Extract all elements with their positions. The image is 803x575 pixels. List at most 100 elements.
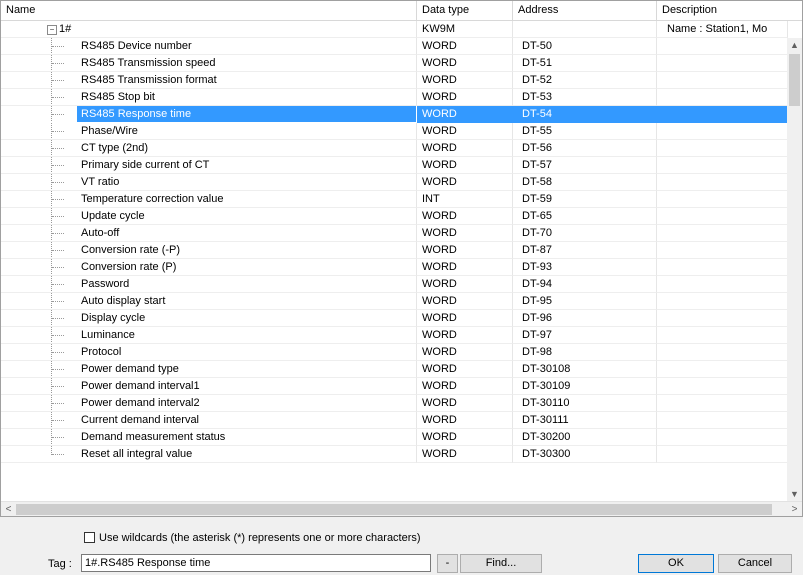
- table-row[interactable]: Luminance WORD DT-97: [1, 327, 788, 344]
- table-row[interactable]: Power demand interval2 WORD DT-30110: [1, 395, 788, 412]
- tree-connector: [52, 318, 64, 319]
- scroll-down-icon[interactable]: ▼: [787, 487, 802, 501]
- table-row[interactable]: Auto-off WORD DT-70: [1, 225, 788, 242]
- name-cell: Primary side current of CT: [1, 157, 417, 174]
- description-cell: [657, 395, 788, 412]
- tree-connector: [52, 352, 64, 353]
- scroll-left-icon[interactable]: <: [1, 502, 16, 516]
- table-row[interactable]: Password WORD DT-94: [1, 276, 788, 293]
- description-cell: [657, 412, 788, 429]
- vertical-scroll-thumb[interactable]: [789, 54, 800, 106]
- ok-button[interactable]: OK: [638, 554, 714, 573]
- group-address: [513, 21, 657, 38]
- wildcard-checkbox[interactable]: [84, 531, 95, 543]
- tree-connector: [52, 216, 64, 217]
- address-cell: DT-54: [513, 106, 657, 123]
- table-row[interactable]: RS485 Device number WORD DT-50: [1, 38, 788, 55]
- table-row[interactable]: Current demand interval WORD DT-30111: [1, 412, 788, 429]
- address-cell: DT-58: [513, 174, 657, 191]
- address-cell: DT-97: [513, 327, 657, 344]
- column-header-name[interactable]: Name: [1, 1, 417, 20]
- tag-input[interactable]: 1#.RS485 Response time: [81, 554, 431, 572]
- tag-name: Demand measurement status: [81, 431, 226, 443]
- table-row[interactable]: Demand measurement status WORD DT-30200: [1, 429, 788, 446]
- table-row[interactable]: Auto display start WORD DT-95: [1, 293, 788, 310]
- data-type-cell: WORD: [417, 174, 513, 191]
- address-cell: DT-65: [513, 208, 657, 225]
- address-cell: DT-30108: [513, 361, 657, 378]
- column-header-description[interactable]: Description: [657, 1, 802, 20]
- address-cell: DT-50: [513, 38, 657, 55]
- table-row[interactable]: Update cycle WORD DT-65: [1, 208, 788, 225]
- table-row[interactable]: Power demand interval1 WORD DT-30109: [1, 378, 788, 395]
- table-row[interactable]: Display cycle WORD DT-96: [1, 310, 788, 327]
- name-cell: Password: [1, 276, 417, 293]
- collapse-expander-icon[interactable]: −: [47, 25, 57, 35]
- table-row[interactable]: Protocol WORD DT-98: [1, 344, 788, 361]
- data-type-cell: WORD: [417, 276, 513, 293]
- data-type-cell: WORD: [417, 378, 513, 395]
- address-cell: DT-70: [513, 225, 657, 242]
- address-cell: DT-30111: [513, 412, 657, 429]
- tag-name: Primary side current of CT: [81, 159, 210, 171]
- scroll-right-icon[interactable]: >: [787, 502, 802, 516]
- tag-name: Power demand interval2: [81, 397, 200, 409]
- description-cell: [657, 242, 788, 259]
- table-row[interactable]: Reset all integral value WORD DT-30300: [1, 446, 788, 463]
- cancel-button[interactable]: Cancel: [718, 554, 792, 573]
- data-type-cell: WORD: [417, 140, 513, 157]
- address-cell: DT-95: [513, 293, 657, 310]
- tree-connector: [52, 250, 64, 251]
- tag-grid[interactable]: Name Data type Address Description − 1# …: [0, 0, 803, 517]
- table-row[interactable]: Phase/Wire WORD DT-55: [1, 123, 788, 140]
- name-cell: VT ratio: [1, 174, 417, 191]
- data-type-cell: WORD: [417, 429, 513, 446]
- column-header-address[interactable]: Address: [513, 1, 657, 20]
- data-type-cell: WORD: [417, 225, 513, 242]
- tag-name: Display cycle: [81, 312, 146, 324]
- data-type-cell: WORD: [417, 361, 513, 378]
- tag-name: Auto-off: [81, 227, 120, 239]
- data-type-cell: WORD: [417, 327, 513, 344]
- name-cell: Temperature correction value: [1, 191, 417, 208]
- table-row[interactable]: RS485 Stop bit WORD DT-53: [1, 89, 788, 106]
- tree-connector: [52, 182, 64, 183]
- column-header-data-type[interactable]: Data type: [417, 1, 513, 20]
- data-type-cell: WORD: [417, 259, 513, 276]
- tag-name: RS485 Transmission format: [81, 74, 217, 86]
- table-row[interactable]: Conversion rate (P) WORD DT-93: [1, 259, 788, 276]
- name-cell: RS485 Transmission speed: [1, 55, 417, 72]
- tree-connector: [52, 114, 64, 115]
- data-type-cell: WORD: [417, 395, 513, 412]
- tree-group-row[interactable]: − 1# KW9M Name : Station1, Mo: [1, 21, 788, 38]
- vertical-scrollbar[interactable]: ▲ ▼: [787, 38, 802, 501]
- scroll-up-icon[interactable]: ▲: [787, 38, 802, 52]
- tag-name: Conversion rate (P): [81, 261, 177, 273]
- dash-button[interactable]: -: [437, 554, 458, 573]
- address-cell: DT-51: [513, 55, 657, 72]
- data-type-cell: WORD: [417, 123, 513, 140]
- table-row[interactable]: Primary side current of CT WORD DT-57: [1, 157, 788, 174]
- table-row[interactable]: RS485 Transmission speed WORD DT-51: [1, 55, 788, 72]
- address-cell: DT-56: [513, 140, 657, 157]
- description-cell: [657, 208, 788, 225]
- description-cell: [657, 446, 788, 463]
- description-cell: [657, 225, 788, 242]
- table-row[interactable]: Conversion rate (-P) WORD DT-87: [1, 242, 788, 259]
- table-row[interactable]: CT type (2nd) WORD DT-56: [1, 140, 788, 157]
- horizontal-scrollbar[interactable]: < >: [1, 501, 802, 516]
- name-cell: Reset all integral value: [1, 446, 417, 463]
- find-button[interactable]: Find...: [460, 554, 542, 573]
- horizontal-scroll-thumb[interactable]: [16, 504, 772, 515]
- table-row[interactable]: VT ratio WORD DT-58: [1, 174, 788, 191]
- table-row[interactable]: RS485 Response time WORD DT-54: [1, 106, 788, 123]
- wildcard-option[interactable]: Use wildcards (the asterisk (*) represen…: [84, 530, 421, 546]
- table-row[interactable]: Temperature correction value INT DT-59: [1, 191, 788, 208]
- tree-connector: [52, 199, 64, 200]
- tree-connector: [52, 369, 64, 370]
- address-cell: DT-59: [513, 191, 657, 208]
- tag-name: Protocol: [81, 346, 122, 358]
- table-row[interactable]: RS485 Transmission format WORD DT-52: [1, 72, 788, 89]
- name-cell: Protocol: [1, 344, 417, 361]
- table-row[interactable]: Power demand type WORD DT-30108: [1, 361, 788, 378]
